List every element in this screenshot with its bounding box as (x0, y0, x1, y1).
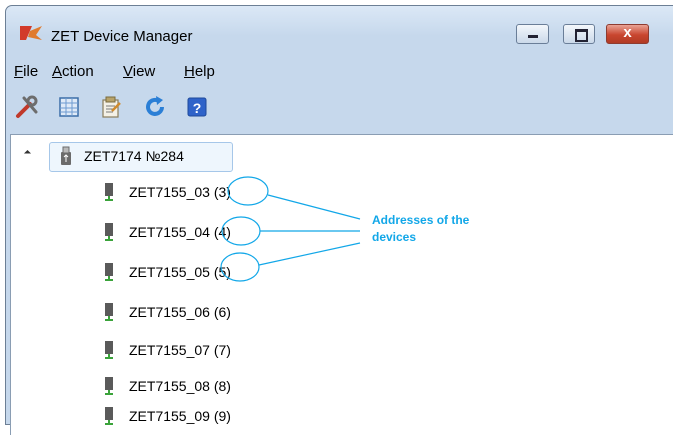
usb-icon (61, 146, 71, 165)
window-title: ZET Device Manager (51, 28, 193, 45)
annotation-text: Addresses of the devices (372, 212, 469, 246)
menu-bar: File Action View Help (6, 59, 673, 83)
maximize-button[interactable] (563, 24, 595, 44)
annotation-line-1: Addresses of the (372, 213, 470, 227)
toolbar: ? (6, 86, 673, 131)
menu-file[interactable]: File (14, 63, 38, 80)
refresh-icon[interactable] (142, 94, 168, 120)
tools-icon[interactable] (14, 94, 40, 120)
device-icon (105, 341, 113, 359)
device-icon (105, 407, 113, 425)
app-logo-icon (20, 26, 42, 40)
device-icon (105, 263, 113, 281)
menu-action[interactable]: Action (52, 63, 94, 80)
minimize-button[interactable] (516, 24, 549, 44)
device-label: ZET7155_03 (3) (129, 184, 231, 200)
close-icon: x (623, 24, 632, 41)
properties-icon[interactable] (98, 94, 124, 120)
help-icon[interactable]: ? (184, 94, 210, 120)
device-icon (105, 303, 113, 321)
device-tree[interactable]: ZET7174 №284 ZET7155_03 (3) ZET7155_04 (… (10, 134, 673, 435)
help-icon-glyph: ? (193, 100, 202, 116)
root-node-label: ZET7174 №284 (84, 148, 184, 164)
minimize-icon (528, 35, 538, 38)
device-label: ZET7155_09 (9) (129, 408, 231, 424)
title-bar[interactable]: ZET Device Manager x (6, 6, 673, 58)
annotation-line-2: devices (372, 230, 417, 244)
device-icon (105, 377, 113, 395)
device-label: ZET7155_07 (7) (129, 342, 231, 358)
table-icon[interactable] (56, 94, 82, 120)
menu-help[interactable]: Help (184, 63, 215, 80)
close-button[interactable]: x (606, 24, 649, 44)
device-label: ZET7155_05 (5) (129, 264, 231, 280)
tree-root-node[interactable]: ZET7174 №284 (49, 142, 233, 172)
device-label: ZET7155_04 (4) (129, 224, 231, 240)
device-icon (105, 183, 113, 201)
maximize-icon (575, 29, 588, 42)
device-icon (105, 223, 113, 241)
collapse-arrow-icon[interactable] (23, 149, 32, 158)
app-window: ZET Device Manager x File Action View He… (5, 5, 673, 435)
device-label: ZET7155_08 (8) (129, 378, 231, 394)
menu-view[interactable]: View (123, 63, 155, 80)
device-label: ZET7155_06 (6) (129, 304, 231, 320)
